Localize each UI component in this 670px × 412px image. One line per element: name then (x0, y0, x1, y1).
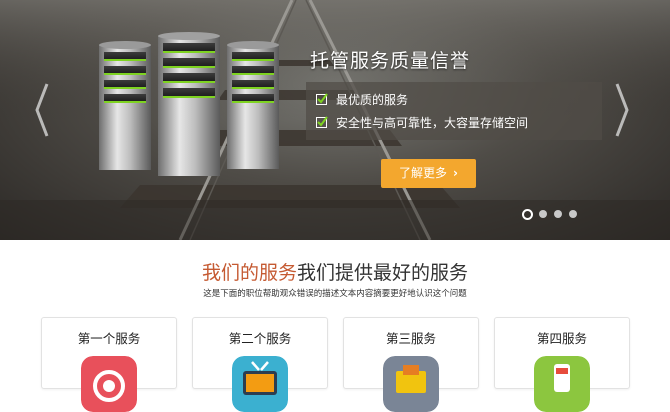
slide-dot[interactable] (522, 209, 533, 220)
services-title-accent: 我们的服务 (201, 262, 297, 284)
server-tower (158, 32, 220, 176)
service-card-title: 第三服务 (385, 331, 436, 346)
folder-icon (383, 356, 439, 412)
learn-more-button[interactable]: 了解更多 › (381, 159, 476, 188)
service-card[interactable]: 第四服务 (494, 317, 630, 412)
feature-text: 最优质的服务 (336, 93, 409, 107)
learn-more-label: 了解更多 (399, 166, 448, 180)
service-card-title: 第四服务 (536, 331, 587, 346)
service-card[interactable]: 第三服务 (343, 317, 479, 412)
hero-slider: 托管服务质量信誉 最优质的服务 安全性与高可靠性，大容量存储空间 了解更多 › (0, 0, 670, 240)
chevron-left-icon (35, 83, 49, 137)
service-card-title: 第二个服务 (228, 331, 292, 346)
previous-slide-button[interactable] (32, 82, 52, 138)
service-card-title: 第一个服务 (77, 331, 141, 346)
slide-dot[interactable] (554, 210, 562, 218)
checkmark-icon (316, 93, 328, 105)
feature-list: 最优质的服务 安全性与高可靠性，大容量存储空间 (306, 82, 602, 140)
hero-headline: 托管服务质量信誉 (310, 50, 471, 72)
chevron-right-icon (615, 83, 629, 137)
tv-icon (232, 356, 288, 412)
next-slide-button[interactable] (612, 82, 632, 138)
slide-dot[interactable] (569, 210, 577, 218)
service-card[interactable]: 第二个服务 (192, 317, 328, 412)
phone-icon (534, 356, 590, 412)
chevron-right-icon: › (453, 166, 458, 180)
services-subtitle: 这是下面的职位帮助观众错误的描述文本内容摘要更好地认识这个问题 (203, 289, 467, 299)
services-title-rest: 我们提供最好的服务 (297, 262, 469, 284)
services-title: 我们的服务我们提供最好的服务 (0, 258, 670, 285)
feature-item: 最优质的服务 (316, 91, 408, 108)
server-tower (99, 41, 151, 170)
target-icon (81, 356, 137, 412)
checkmark-icon (316, 116, 328, 128)
service-card[interactable]: 第一个服务 (41, 317, 177, 412)
server-tower (227, 41, 279, 169)
feature-item: 安全性与高可靠性，大容量存储空间 (316, 114, 528, 131)
slide-dot[interactable] (539, 210, 547, 218)
feature-text: 安全性与高可靠性，大容量存储空间 (336, 116, 529, 130)
